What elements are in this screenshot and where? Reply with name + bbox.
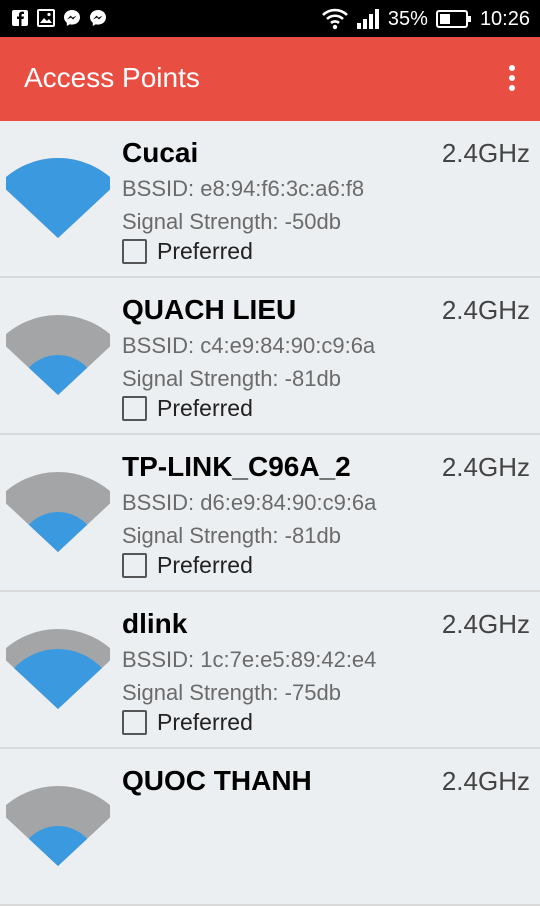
battery-percent: 35% <box>387 7 428 30</box>
access-point-row[interactable]: dlink 2.4GHz BSSID: 1c:7e:e5:89:42:e4 Si… <box>0 592 540 749</box>
preferred-label: Preferred <box>157 709 253 735</box>
wifi-signal-icon <box>6 157 110 238</box>
access-point-row[interactable]: Cucai 2.4GHz BSSID: e8:94:f6:3c:a6:f8 Si… <box>0 121 540 278</box>
app-bar: Access Points <box>0 37 540 121</box>
signal-strength-label: Signal Strength: -50db <box>122 209 341 234</box>
ssid-label: Cucai <box>122 137 199 168</box>
bssid-label: BSSID: d6:e9:84:90:c9:6a <box>122 490 377 515</box>
ssid-label: QUOC THANH <box>122 765 312 796</box>
wifi-signal-icon <box>6 314 110 395</box>
signal-strength-label: Signal Strength: -75db <box>122 680 341 705</box>
bssid-label: BSSID: e8:94:f6:3c:a6:f8 <box>122 176 365 201</box>
signal-strength-label: Signal Strength: -81db <box>122 523 341 548</box>
access-point-row[interactable]: TP-LINK_C96A_2 2.4GHz BSSID: d6:e9:84:90… <box>0 435 540 592</box>
preferred-checkbox[interactable] <box>122 239 147 264</box>
overflow-menu-icon <box>509 65 515 71</box>
access-point-list: Cucai 2.4GHz BSSID: e8:94:f6:3c:a6:f8 Si… <box>0 121 540 906</box>
band-label: 2.4GHz <box>441 295 530 325</box>
band-label: 2.4GHz <box>441 766 530 796</box>
preferred-checkbox[interactable] <box>122 710 147 735</box>
preferred-label: Preferred <box>157 395 253 421</box>
page-title: Access Points <box>24 62 200 93</box>
overflow-menu-button[interactable] <box>502 65 522 95</box>
bssid-label: BSSID: c4:e9:84:90:c9:6a <box>122 333 376 358</box>
ssid-label: QUACH LIEU <box>122 294 297 325</box>
ssid-label: TP-LINK_C96A_2 <box>122 451 351 482</box>
clock: 10:26 <box>479 7 530 30</box>
facebook-icon <box>12 10 28 26</box>
band-label: 2.4GHz <box>441 138 530 168</box>
preferred-control: Preferred <box>122 552 253 579</box>
battery-icon <box>435 10 471 28</box>
wifi-signal-level <box>28 826 88 866</box>
preferred-checkbox[interactable] <box>122 396 147 421</box>
bssid-label: BSSID: 1c:7e:e5:89:42:e4 <box>122 647 377 672</box>
notification-icons <box>10 8 108 28</box>
preferred-control: Preferred <box>122 238 253 265</box>
wifi-status-icon <box>321 8 348 30</box>
wifi-signal-level <box>6 157 110 238</box>
wifi-signal-icon <box>6 785 110 866</box>
preferred-control: Preferred <box>122 395 253 422</box>
status-bar: 35% 10:26 <box>0 0 540 37</box>
signal-strength-label: Signal Strength: -81db <box>122 366 341 391</box>
band-label: 2.4GHz <box>441 452 530 482</box>
gallery-icon <box>37 9 55 27</box>
access-point-row[interactable]: QUACH LIEU 2.4GHz BSSID: c4:e9:84:90:c9:… <box>0 278 540 435</box>
preferred-checkbox[interactable] <box>122 553 147 578</box>
preferred-control: Preferred <box>122 709 253 736</box>
ssid-label: dlink <box>122 608 188 639</box>
preferred-label: Preferred <box>157 552 253 578</box>
wifi-signal-level <box>28 355 88 395</box>
wifi-signal-icon <box>6 471 110 552</box>
wifi-signal-icon <box>6 628 110 709</box>
preferred-label: Preferred <box>157 238 253 264</box>
access-point-row[interactable]: QUOC THANH 2.4GHz <box>0 749 540 906</box>
messenger-icon <box>90 10 106 26</box>
band-label: 2.4GHz <box>441 609 530 639</box>
wifi-signal-level <box>14 648 102 709</box>
wifi-signal-level <box>28 512 88 552</box>
cellular-signal-icon <box>356 9 379 29</box>
status-indicators: 35% 10:26 <box>321 6 530 32</box>
messenger-icon <box>64 10 80 26</box>
